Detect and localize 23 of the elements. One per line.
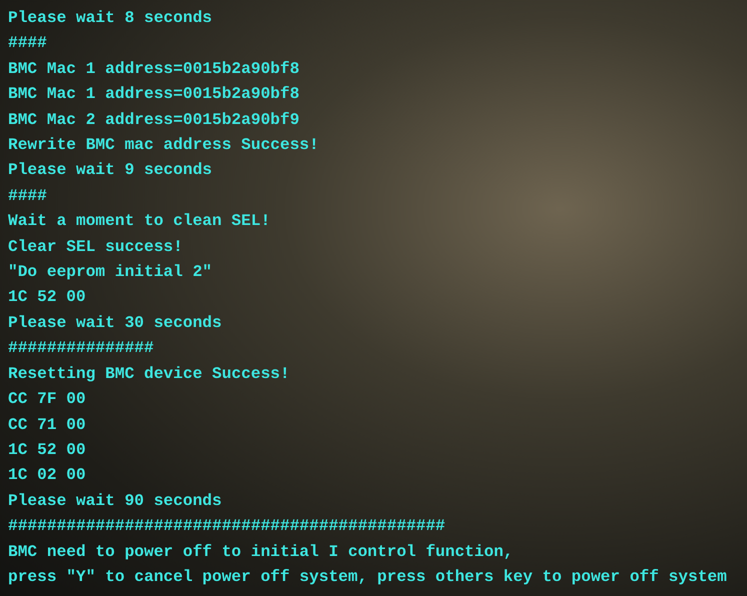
- terminal-line: "Do eeprom initial 2": [8, 262, 212, 284]
- terminal-line: ####: [8, 33, 47, 54]
- terminal-line: BMC need to power off to initial I control function,: [8, 542, 514, 563]
- terminal-line: Clear SEL success!: [8, 236, 183, 258]
- terminal-line: 1C 52 00: [8, 287, 86, 308]
- terminal-line: Please wait 9 seconds: [8, 160, 212, 182]
- terminal-line: ####: [8, 186, 47, 207]
- terminal-line: BMC Mac 1 address=0015b2a90bf8: [8, 58, 300, 80]
- terminal-line: 1C 52 00: [8, 440, 86, 461]
- terminal-line: BMC Mac 1 address=0015b2a90bf8: [8, 84, 300, 106]
- terminal-line: ###############: [8, 338, 154, 360]
- terminal-line: press "Y" to cancel power off system, press others key to power off system: [8, 566, 727, 588]
- terminal-line: #############################################: [8, 516, 446, 538]
- terminal-line: BMC Mac 2 address=0015b2a90bf9: [8, 110, 300, 131]
- terminal-line: Please wait 90 seconds: [8, 490, 222, 512]
- terminal-line: Wait a moment to clean SEL!: [8, 211, 270, 232]
- terminal-line: Rewrite BMC mac address Success!: [8, 135, 319, 156]
- terminal-line: Resetting BMC device Success!: [8, 364, 290, 385]
- terminal-line: CC 71 00: [8, 414, 86, 436]
- terminal-line: 1C 02 00: [8, 465, 86, 486]
- terminal-line: CC 7F 00: [8, 389, 86, 410]
- terminal-line: Please wait 30 seconds: [8, 312, 222, 334]
- terminal-line: Please wait 8 seconds: [8, 8, 212, 29]
